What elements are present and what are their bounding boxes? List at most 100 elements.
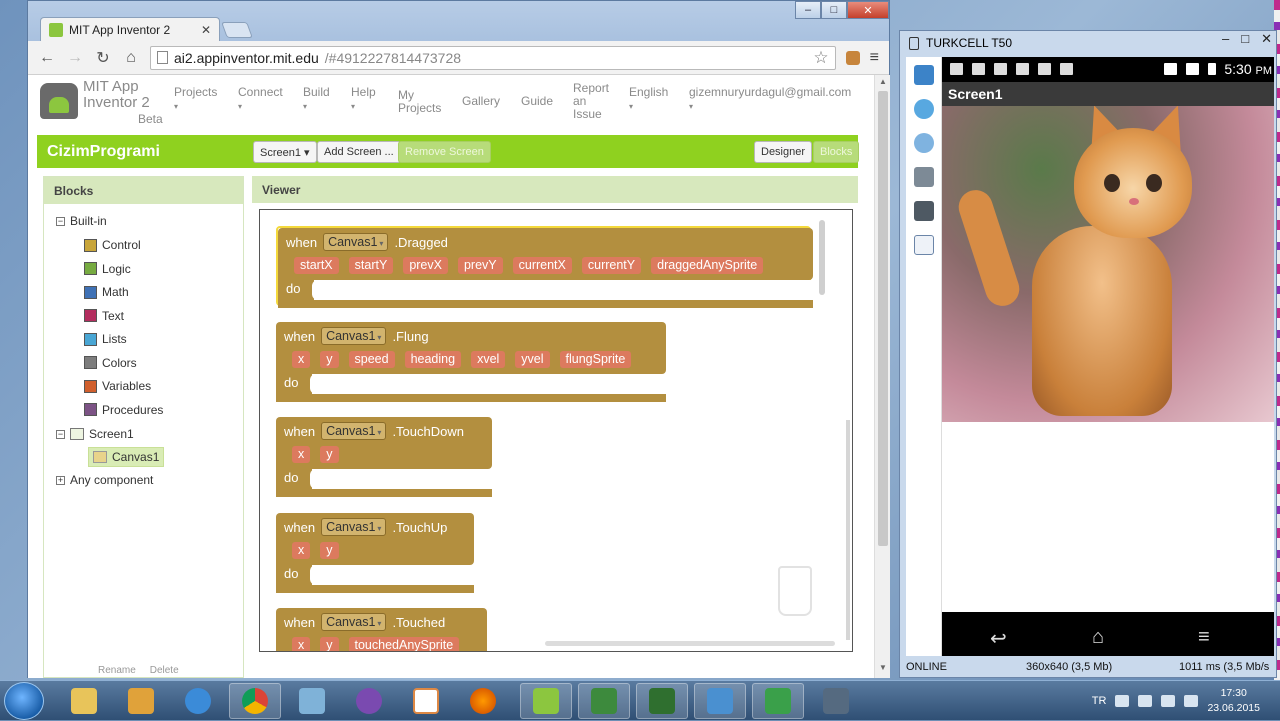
document-icon[interactable] — [914, 235, 934, 255]
camera-icon[interactable] — [914, 167, 934, 187]
nav-gallery[interactable]: Gallery — [462, 95, 500, 108]
scroll-up-icon[interactable]: ▲ — [879, 77, 887, 86]
language-indicator[interactable]: TR — [1092, 695, 1107, 707]
block-category-control[interactable]: Control — [84, 238, 141, 252]
blocks-workspace[interactable]: when Canvas1 ▾ .Dragged startX startY prevX pre… — [259, 209, 853, 652]
block-category-variables[interactable]: Variables — [84, 379, 151, 393]
do-statement-slot[interactable] — [310, 565, 474, 585]
home-icon[interactable]: ⌂ — [122, 49, 140, 67]
screen-selector[interactable]: Screen1 ▾ — [253, 141, 317, 163]
event-parameter[interactable]: prevY — [457, 257, 503, 274]
taskbar-explorer[interactable] — [58, 683, 110, 719]
designer-button[interactable]: Designer — [754, 141, 813, 163]
collapse-icon[interactable]: − — [56, 429, 65, 439]
tab-close-icon[interactable]: ✕ — [201, 23, 211, 37]
tree-screen1[interactable]: − Screen1 — [56, 427, 134, 441]
back-icon[interactable]: ↩ — [990, 626, 1007, 651]
event-parameter[interactable]: x — [292, 446, 311, 463]
taskbar-app13[interactable] — [752, 683, 804, 719]
event-block[interactable]: when Canvas1 ▾ .TouchDown x y do — [276, 417, 492, 497]
add-screen-button[interactable]: Add Screen ... — [317, 141, 401, 163]
volume-icon[interactable] — [1161, 695, 1176, 707]
taskbar-firefox[interactable] — [457, 683, 509, 719]
forward-arrow-icon[interactable]: → — [66, 49, 84, 67]
event-parameter[interactable]: heading — [404, 351, 462, 368]
close-window-button[interactable]: ✕ — [847, 1, 889, 19]
address-bar[interactable]: ai2.appinventor.mit.edu /#491222781447372… — [150, 45, 836, 70]
block-category-logic[interactable]: Logic — [84, 262, 131, 276]
page-scroll-thumb[interactable] — [878, 91, 888, 546]
event-parameter[interactable]: xvel — [471, 351, 506, 368]
component-dropdown[interactable]: Canvas1 ▾ — [321, 422, 387, 440]
blocks-button[interactable]: Blocks — [813, 141, 860, 163]
nav-projects[interactable]: Projects ▾ — [174, 86, 217, 113]
home-icon[interactable]: ⌂ — [1092, 626, 1104, 649]
page-scrollbar[interactable]: ▲ ▼ — [874, 75, 890, 678]
bookmark-star-icon[interactable]: ☆ — [813, 48, 828, 68]
workspace-horizontal-scrollbar[interactable] — [545, 641, 835, 646]
app-inventor-logo-icon[interactable] — [40, 83, 78, 119]
nav-build[interactable]: Build ▾ — [303, 86, 330, 113]
event-parameter[interactable]: draggedAnySprite — [651, 257, 764, 274]
block-category-math[interactable]: Math — [84, 285, 129, 299]
do-statement-slot[interactable] — [310, 469, 492, 489]
do-statement-slot[interactable] — [310, 374, 666, 394]
app-screen[interactable] — [942, 106, 1274, 612]
reload-icon[interactable]: ↻ — [94, 48, 112, 68]
event-block[interactable]: when Canvas1 ▾ .Dragged startX startY prevX pre… — [276, 226, 813, 308]
event-parameter[interactable]: flungSprite — [559, 351, 632, 368]
block-category-lists[interactable]: Lists — [84, 332, 127, 346]
tray-expand-icon[interactable] — [1115, 695, 1130, 707]
taskbar-emulator[interactable] — [694, 683, 746, 719]
event-parameter[interactable]: currentX — [512, 257, 572, 274]
event-parameter[interactable]: x — [292, 637, 311, 651]
event-parameter[interactable]: x — [292, 351, 311, 368]
device-icon[interactable] — [914, 65, 934, 85]
event-block[interactable]: whenCanvas1▾.TouchedxytouchedAnySpritedo — [276, 608, 487, 651]
tree-builtin[interactable]: − Built-in — [56, 214, 107, 228]
browser-menu-icon[interactable]: ≡ — [870, 49, 879, 67]
event-parameter[interactable]: prevX — [403, 257, 448, 274]
nav-guide[interactable]: Guide — [521, 95, 553, 108]
menu-icon[interactable]: ≡ — [1198, 626, 1210, 649]
component-dropdown[interactable]: Canvas1 ▾ — [321, 327, 387, 345]
scroll-down-icon[interactable]: ▼ — [879, 663, 887, 672]
nav-help[interactable]: Help ▾ — [351, 86, 376, 113]
component-dropdown[interactable]: Canvas1 ▾ — [323, 233, 389, 251]
taskbar-outlook[interactable] — [115, 683, 167, 719]
event-parameter[interactable]: touchedAnySprite — [348, 637, 460, 651]
back-arrow-icon[interactable]: ← — [38, 49, 56, 67]
network-icon[interactable] — [1138, 695, 1153, 707]
event-parameter[interactable]: y — [320, 351, 339, 368]
event-parameter[interactable]: startY — [348, 257, 394, 274]
delete-button[interactable]: Delete — [150, 665, 179, 676]
trash-can-icon[interactable] — [778, 566, 812, 616]
maximize-button[interactable]: □ — [821, 1, 847, 19]
nav-language[interactable]: English ▾ — [629, 86, 668, 113]
extension-icon[interactable] — [845, 50, 860, 65]
remove-screen-button[interactable]: Remove Screen — [398, 141, 491, 163]
do-statement-slot[interactable] — [312, 280, 813, 300]
event-parameter[interactable]: y — [320, 542, 339, 559]
workspace-vertical-scrollbar[interactable] — [819, 220, 825, 295]
block-category-colors[interactable]: Colors — [84, 356, 137, 370]
nav-my-projects[interactable]: My Projects — [398, 89, 441, 115]
event-block[interactable]: when Canvas1 ▾ .TouchUp x y do — [276, 513, 474, 593]
collapse-icon[interactable]: − — [56, 216, 65, 226]
minimize-button[interactable]: – — [1222, 31, 1229, 47]
start-button-icon[interactable] — [4, 682, 44, 720]
taskbar-chrome[interactable] — [229, 683, 281, 719]
event-parameter[interactable]: y — [320, 446, 339, 463]
tree-any-component[interactable]: + Any component — [56, 473, 153, 487]
taskbar-app5[interactable] — [286, 683, 338, 719]
rotate-icon[interactable] — [914, 99, 934, 119]
minimize-button[interactable]: – — [795, 1, 821, 19]
component-dropdown[interactable]: Canvas1 ▾ — [321, 518, 387, 536]
event-parameter[interactable]: speed — [348, 351, 395, 368]
event-parameter[interactable]: y — [320, 637, 339, 651]
system-clock[interactable]: 17:30 23.06.2015 — [1207, 686, 1260, 716]
browser-tab[interactable]: MIT App Inventor 2 ✕ — [40, 17, 220, 42]
power-icon[interactable] — [1184, 695, 1199, 707]
taskbar-ie[interactable] — [172, 683, 224, 719]
maximize-button[interactable]: □ — [1241, 31, 1249, 47]
